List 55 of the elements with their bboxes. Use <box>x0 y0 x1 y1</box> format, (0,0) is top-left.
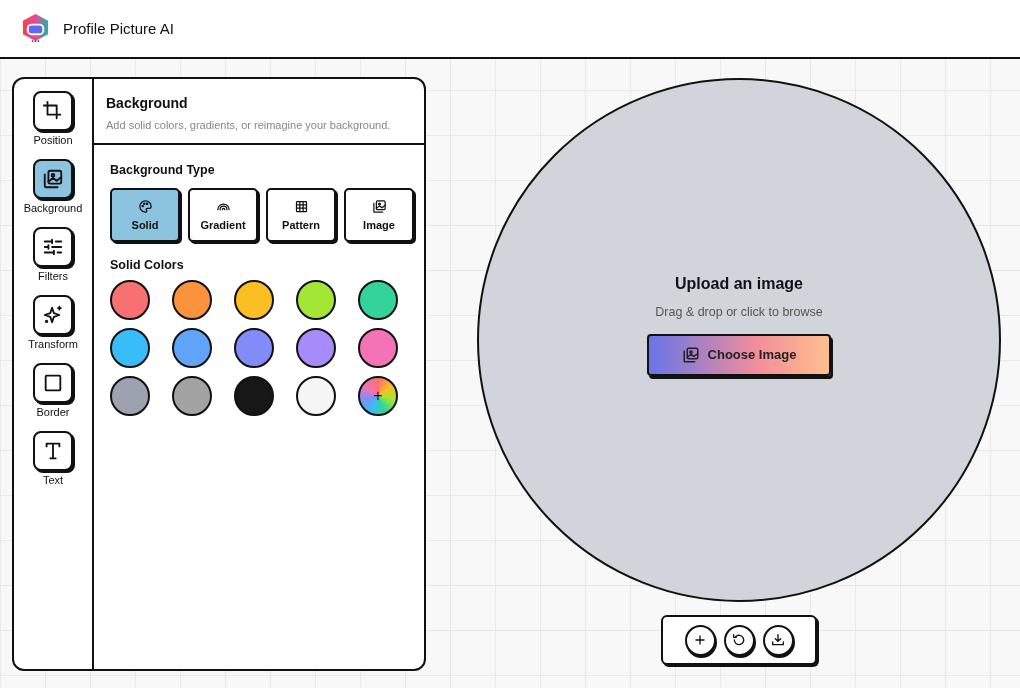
tool-label: Background <box>23 202 83 214</box>
app-title: Profile Picture AI <box>63 20 174 37</box>
download-icon <box>770 632 786 648</box>
type-button[interactable]: Pattern <box>266 188 336 242</box>
sparkle-icon <box>42 304 64 326</box>
color-swatch[interactable] <box>172 280 212 320</box>
type-button[interactable]: Solid <box>110 188 180 242</box>
upload-hint: Drag & drop or click to browse <box>655 304 823 319</box>
type-button[interactable]: Image <box>344 188 414 242</box>
toolbar-button[interactable] <box>762 624 794 656</box>
color-swatch[interactable] <box>110 376 150 416</box>
robot-logo-icon <box>20 13 51 44</box>
section-heading: Solid Colors <box>110 258 185 272</box>
square-icon <box>42 372 64 394</box>
palette-icon <box>137 199 153 214</box>
upload-dropzone[interactable]: Upload an image Drag & drop or click to browse Choose Image <box>477 78 1001 602</box>
choose-image-button[interactable]: Choose Image <box>647 333 831 376</box>
tool-label: Position <box>33 134 73 146</box>
color-swatch[interactable] <box>296 376 336 416</box>
upload-title: Upload an image <box>675 274 803 293</box>
section-heading: Background Type <box>110 163 216 177</box>
custom-color-button[interactable]: + <box>358 376 398 416</box>
panel-subtitle: Add solid colors, gradients, or reimagine your background. <box>106 119 392 131</box>
sliders-icon <box>42 236 64 258</box>
color-swatch[interactable] <box>234 328 274 368</box>
color-swatch[interactable] <box>172 376 212 416</box>
color-swatch[interactable] <box>234 280 274 320</box>
grid-icon <box>293 199 309 214</box>
color-swatch[interactable] <box>296 328 336 368</box>
tool-button[interactable] <box>33 91 73 131</box>
color-swatch[interactable] <box>234 376 274 416</box>
tool-label: Filters <box>38 270 68 282</box>
toolbar-button[interactable] <box>723 624 755 656</box>
type-button[interactable]: Gradient <box>188 188 258 242</box>
tool-button[interactable] <box>33 363 73 403</box>
picture-frame-icon <box>681 345 700 364</box>
tool-button[interactable] <box>33 295 73 335</box>
image-icon <box>371 199 387 214</box>
tool-button[interactable] <box>33 159 73 199</box>
image-icon <box>42 168 64 190</box>
tool-button[interactable] <box>33 431 73 471</box>
toolbar-button[interactable] <box>684 624 716 656</box>
color-swatch[interactable] <box>296 280 336 320</box>
tool-button[interactable] <box>33 227 73 267</box>
color-swatch[interactable] <box>358 280 398 320</box>
tool-label: Text <box>42 474 64 486</box>
color-swatch[interactable] <box>358 328 398 368</box>
color-swatch[interactable] <box>110 328 150 368</box>
panel-title: Background <box>106 95 189 111</box>
tool-label: Transform <box>28 338 78 350</box>
crop-icon <box>42 100 64 122</box>
rotate-icon <box>731 632 747 648</box>
color-swatch[interactable] <box>172 328 212 368</box>
color-swatch[interactable] <box>110 280 150 320</box>
tool-label: Border <box>36 406 70 418</box>
